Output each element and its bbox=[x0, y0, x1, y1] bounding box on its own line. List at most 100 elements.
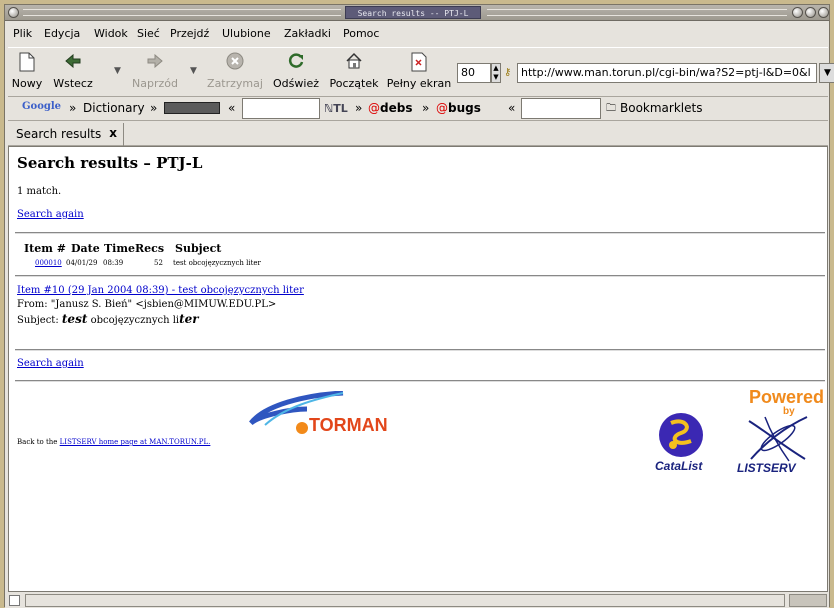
forward-label: Naprzód bbox=[132, 77, 178, 90]
subject-highlight-2: ter bbox=[179, 312, 199, 326]
title-bar-groove-right bbox=[487, 9, 787, 16]
debs-link[interactable]: debs bbox=[380, 101, 412, 115]
debian-swirl-icon: @ bbox=[436, 101, 448, 115]
reload-icon bbox=[269, 52, 323, 74]
bookmark-separator-left: « bbox=[508, 101, 516, 115]
divider bbox=[15, 349, 825, 351]
row-item-link[interactable]: 000010 bbox=[35, 259, 62, 267]
item-link[interactable]: Item #10 (29 Jan 2004 08:39) - test obco… bbox=[17, 285, 304, 296]
menu-zakladki[interactable]: Zakładki bbox=[284, 27, 331, 40]
torman-logo[interactable]: TORMAN bbox=[245, 390, 388, 441]
title-bar[interactable]: Search results -- PTJ-L bbox=[5, 5, 829, 21]
navigation-toolbar: Nowy Wstecz ▼ Naprzód ▼ Zatrzymaj Odświe… bbox=[8, 47, 834, 97]
status-bar bbox=[5, 593, 829, 608]
menu-plik[interactable]: Plik bbox=[13, 27, 32, 40]
bookmark-separator-left: « bbox=[228, 101, 236, 115]
back-to-line: Back to the LISTSERV home page at MAN.TO… bbox=[17, 438, 210, 446]
col-item: Item # bbox=[24, 242, 66, 255]
new-label: Nowy bbox=[11, 77, 43, 90]
url-dropdown-icon[interactable]: ▼ bbox=[819, 63, 834, 83]
page-content: Search results – PTJ-L 1 match. Search a… bbox=[8, 146, 828, 592]
col-subject: Subject bbox=[175, 242, 222, 255]
status-text-area bbox=[25, 594, 785, 607]
forward-button[interactable]: Naprzód bbox=[126, 52, 184, 90]
debian-swirl-icon: @ bbox=[368, 101, 380, 115]
bookmark-separator: » bbox=[150, 101, 158, 115]
menu-edycja[interactable]: Edycja bbox=[44, 27, 80, 40]
tab-bar: Search results x bbox=[8, 122, 828, 146]
bookmarklets-folder[interactable]: Bookmarklets bbox=[620, 101, 702, 115]
from-line: From: "Janusz S. Bień" <jsbien@MIMUW.EDU… bbox=[17, 299, 277, 310]
col-recs: Recs bbox=[135, 242, 165, 255]
search-again-link[interactable]: Search again bbox=[17, 358, 84, 369]
catalist-logo-text: CataList bbox=[655, 459, 703, 473]
stop-label: Zatrzymaj bbox=[207, 77, 263, 90]
row-recs: 52 bbox=[154, 259, 163, 267]
subject-prefix: Subject: bbox=[17, 315, 59, 326]
bugs-link[interactable]: bugs bbox=[448, 101, 481, 115]
match-count: 1 match. bbox=[17, 186, 62, 197]
search-input-2[interactable] bbox=[521, 98, 601, 119]
fullscreen-label: Pełny ekran bbox=[386, 77, 452, 90]
fullscreen-icon bbox=[384, 52, 454, 74]
divider bbox=[15, 232, 825, 234]
window-title: Search results -- PTJ-L bbox=[345, 6, 481, 19]
menu-siec[interactable]: Sieć bbox=[137, 27, 160, 40]
close-window-icon[interactable] bbox=[818, 7, 829, 18]
search-input-1[interactable] bbox=[242, 98, 320, 119]
home-button[interactable]: Początek bbox=[326, 52, 382, 90]
catalist-logo[interactable]: CataList bbox=[645, 411, 715, 481]
menu-bar: Plik Edycja Widok Sieć Przejdź Ulubione … bbox=[5, 22, 829, 46]
back-label: Wstecz bbox=[53, 77, 93, 90]
menu-pomoc[interactable]: Pomoc bbox=[343, 27, 379, 40]
row-date: 04/01/29 bbox=[66, 259, 98, 267]
freshmeat-logo-icon[interactable] bbox=[164, 102, 220, 114]
menu-ulubione[interactable]: Ulubione bbox=[222, 27, 271, 40]
menu-przejdz[interactable]: Przejdź bbox=[170, 27, 209, 40]
page-title: Search results – PTJ-L bbox=[17, 154, 203, 172]
menu-widok[interactable]: Widok bbox=[94, 27, 128, 40]
dictionary-link[interactable]: Dictionary bbox=[83, 101, 145, 115]
tab-label: Search results bbox=[16, 127, 102, 141]
minimize-icon[interactable] bbox=[792, 7, 803, 18]
security-key-icon: ⚷ bbox=[504, 67, 512, 78]
back-button[interactable]: Wstecz bbox=[48, 52, 98, 90]
back-arrow-icon bbox=[48, 52, 98, 74]
subject-middle: obcojęzycznych li bbox=[90, 315, 180, 326]
zoom-spinner[interactable]: ▲ ▼ bbox=[491, 63, 501, 83]
stop-button[interactable]: Zatrzymaj bbox=[204, 52, 266, 90]
powered-by-listserv-logo[interactable]: Powered by LISTSERV bbox=[725, 387, 825, 481]
home-label: Początek bbox=[329, 77, 379, 90]
reload-label: Odśwież bbox=[273, 77, 319, 90]
listserv-home-link[interactable]: LISTSERV home page at MAN.TORUN.PL. bbox=[60, 438, 211, 446]
url-input[interactable]: http://www.man.torun.pl/cgi-bin/wa?S2=pt… bbox=[517, 63, 817, 83]
back-history-dropdown-icon[interactable]: ▼ bbox=[114, 66, 121, 76]
bookmark-separator: » bbox=[355, 101, 363, 115]
listserv-logo-text: LISTSERV bbox=[737, 461, 796, 475]
browser-window: Search results -- PTJ-L Plik Edycja Wido… bbox=[4, 4, 834, 608]
maximize-icon[interactable] bbox=[805, 7, 816, 18]
row-time: 08:39 bbox=[103, 259, 124, 267]
close-tab-icon[interactable]: x bbox=[109, 126, 117, 140]
tex-logo-icon[interactable]: ℕTL bbox=[324, 102, 348, 115]
forward-history-dropdown-icon[interactable]: ▼ bbox=[190, 66, 197, 76]
search-again-link[interactable]: Search again bbox=[17, 209, 84, 220]
divider bbox=[15, 380, 825, 382]
google-groups-logo[interactable]: Google bbox=[22, 101, 61, 112]
bookmarks-toolbar: Google » Dictionary » « ℕTL » @ debs » @… bbox=[8, 97, 828, 121]
back-to-prefix: Back to the bbox=[17, 438, 58, 446]
stop-icon bbox=[204, 52, 266, 74]
window-menu-icon[interactable] bbox=[8, 7, 19, 18]
progress-bar bbox=[789, 594, 827, 607]
bookmark-separator: » bbox=[422, 101, 430, 115]
bookmark-separator: » bbox=[69, 101, 77, 115]
reload-button[interactable]: Odśwież bbox=[269, 52, 323, 90]
torman-logo-text: TORMAN bbox=[309, 415, 388, 435]
new-button[interactable]: Nowy bbox=[10, 52, 44, 90]
security-status-icon[interactable] bbox=[9, 595, 20, 606]
powered-text: Powered bbox=[749, 387, 825, 407]
tab-search-results[interactable]: Search results x bbox=[10, 123, 124, 146]
fullscreen-button[interactable]: Pełny ekran bbox=[384, 52, 454, 90]
subject-line: Subject: test obcojęzycznych liter bbox=[17, 312, 199, 326]
zoom-input[interactable]: 80 bbox=[457, 63, 491, 83]
